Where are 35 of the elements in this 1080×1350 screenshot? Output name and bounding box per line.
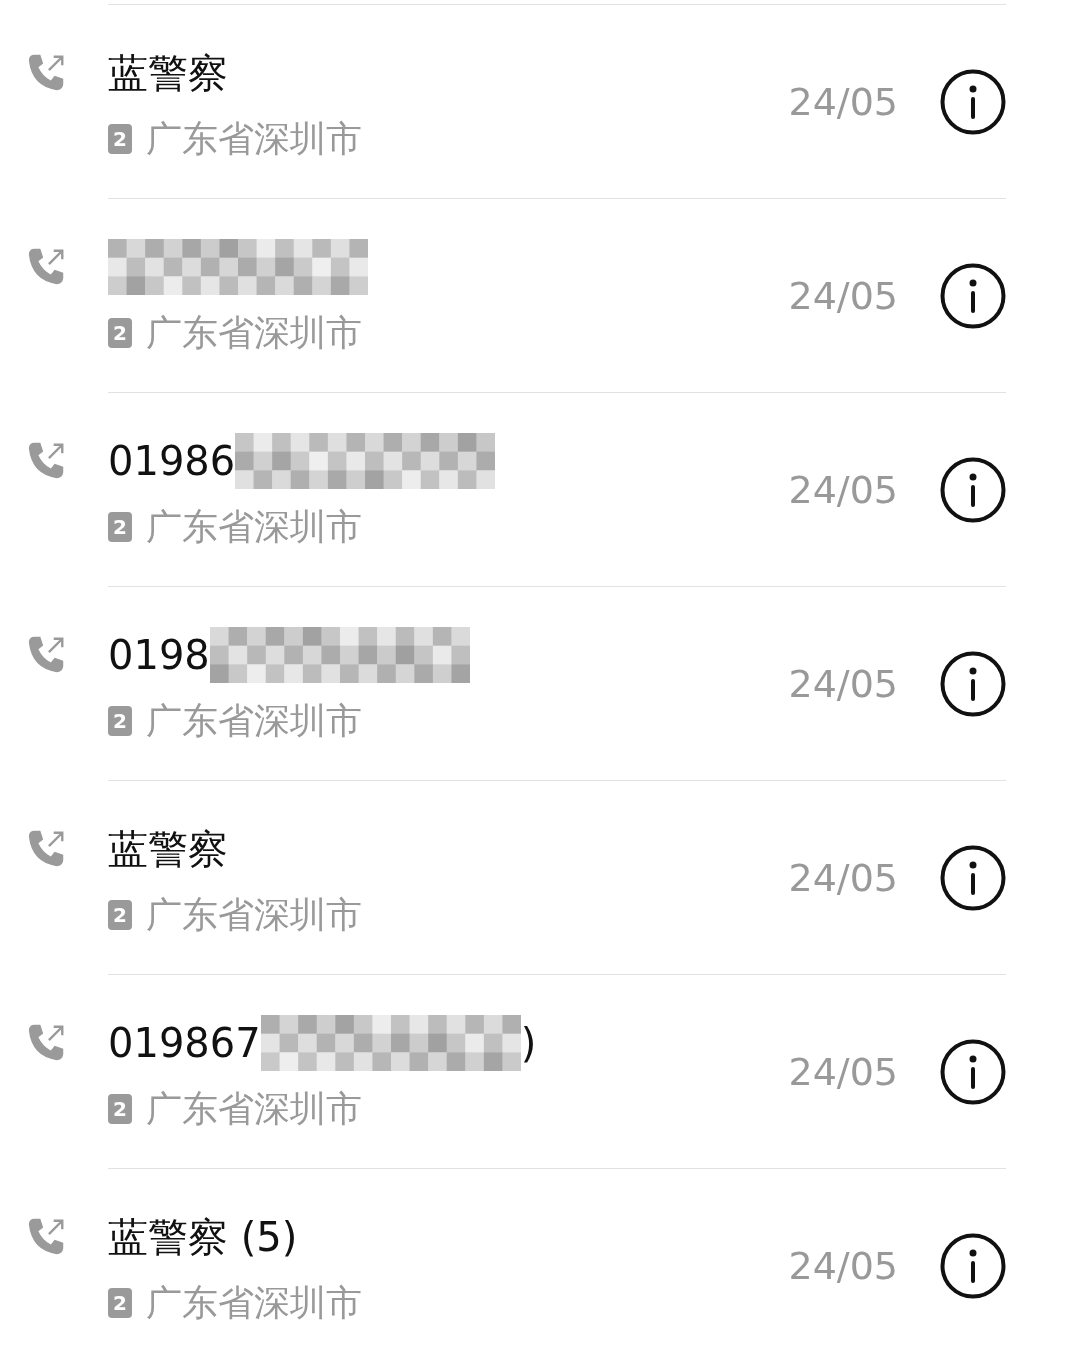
- info-icon[interactable]: [940, 262, 1006, 329]
- contact-name: 0198: [108, 631, 210, 680]
- call-date: 24/05: [788, 855, 898, 900]
- sim-badge: 2: [108, 900, 132, 930]
- call-date: 24/05: [788, 79, 898, 124]
- call-date: 24/05: [788, 661, 898, 706]
- contact-name: 蓝警察: [108, 49, 228, 98]
- info-icon[interactable]: [940, 456, 1006, 523]
- sim-badge: 2: [108, 512, 132, 542]
- contact-name: 蓝警察 (5): [108, 1213, 298, 1262]
- sim-badge: 2: [108, 1094, 132, 1124]
- call-location: 广东省深圳市: [146, 892, 362, 937]
- sim-badge: 2: [108, 124, 132, 154]
- sim-badge: 2: [108, 318, 132, 348]
- call-location: 广东省深圳市: [146, 310, 362, 355]
- sim-badge: 2: [108, 706, 132, 736]
- info-icon[interactable]: [940, 1038, 1006, 1105]
- contact-name: 01986: [108, 437, 236, 486]
- call-location: 广东省深圳市: [146, 504, 362, 549]
- call-location: 广东省深圳市: [146, 1280, 362, 1325]
- call-location: 广东省深圳市: [146, 698, 362, 743]
- info-icon[interactable]: [940, 650, 1006, 717]
- call-date: 24/05: [788, 467, 898, 512]
- call-date: 24/05: [788, 1243, 898, 1288]
- contact-name: ): [520, 1019, 537, 1068]
- call-date: 24/05: [788, 273, 898, 318]
- info-icon[interactable]: [940, 68, 1006, 135]
- call-location: 广东省深圳市: [146, 116, 362, 161]
- contact-name: 019867: [108, 1019, 261, 1068]
- contact-name: 蓝警察: [108, 825, 228, 874]
- call-location: 广东省深圳市: [146, 1086, 362, 1131]
- call-date: 24/05: [788, 1049, 898, 1094]
- info-icon[interactable]: [940, 1232, 1006, 1299]
- sim-badge: 2: [108, 1288, 132, 1318]
- info-icon[interactable]: [940, 844, 1006, 911]
